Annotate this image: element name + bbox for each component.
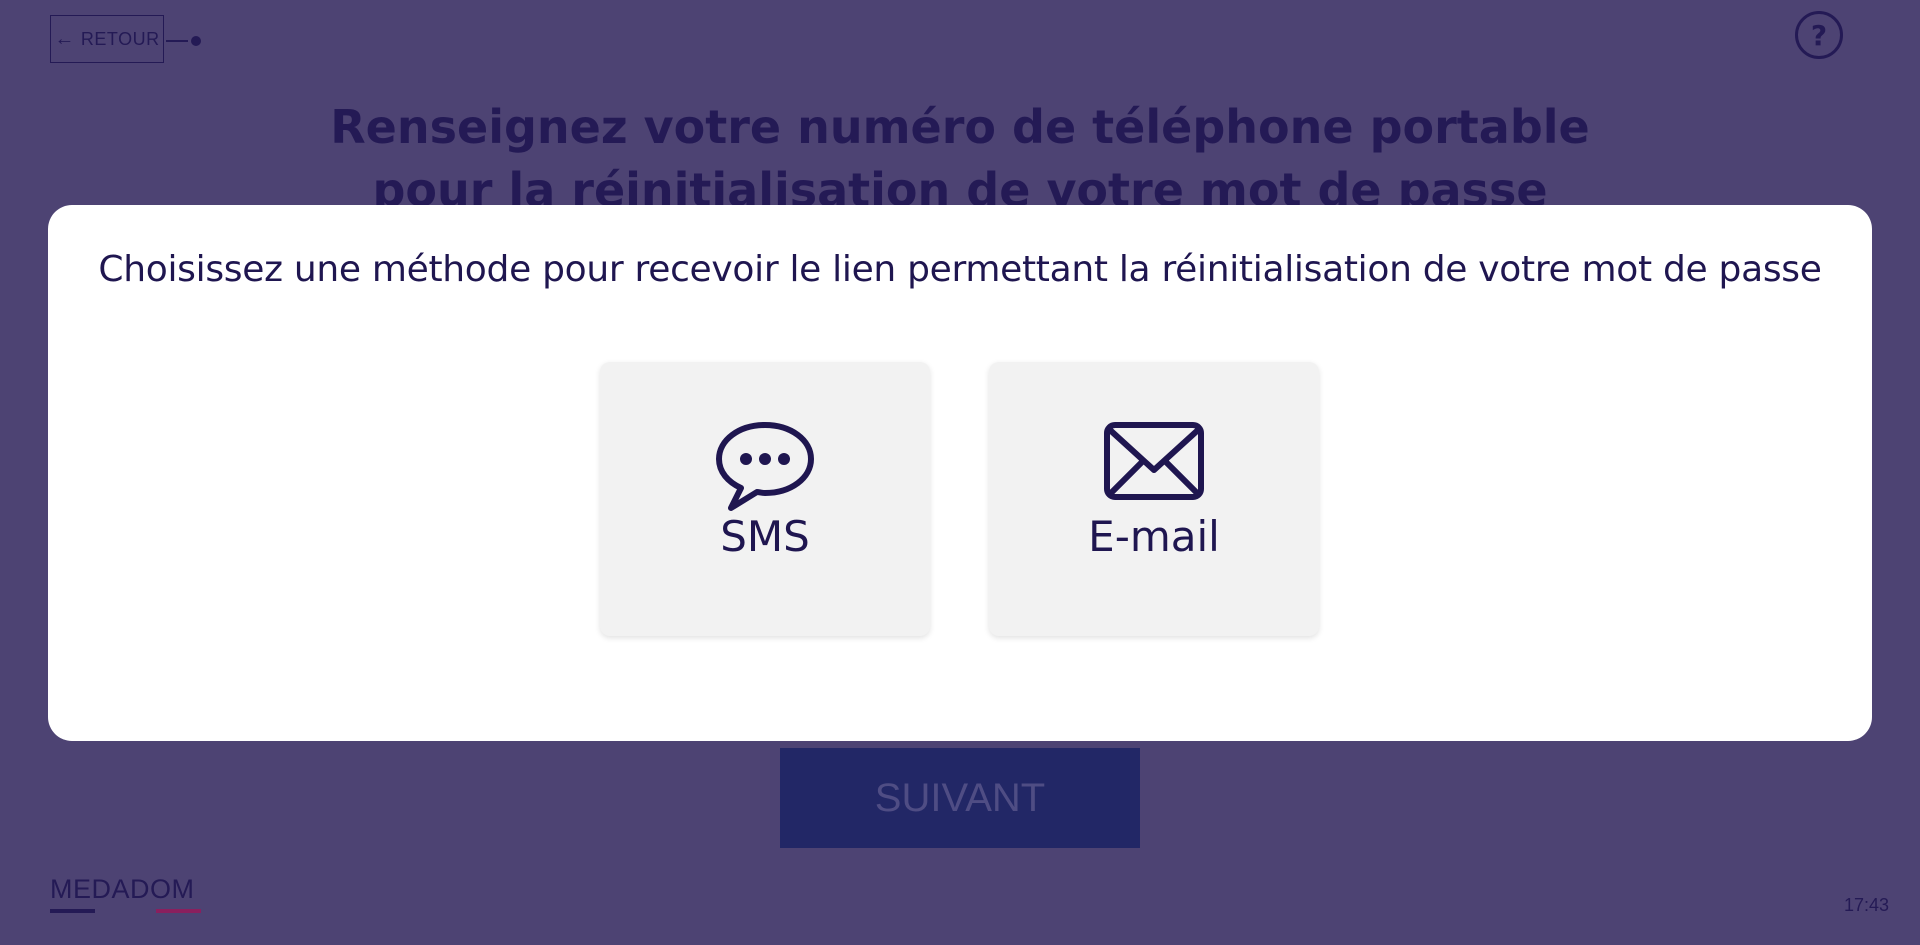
- method-choice-modal: Choisissez une méthode pour recevoir le …: [48, 205, 1872, 741]
- page-title-line-1: Renseignez votre numéro de téléphone por…: [330, 100, 1590, 154]
- progress-dot: [191, 36, 201, 46]
- logo-underline-left: [50, 909, 95, 913]
- speech-bubble-icon: [713, 420, 817, 518]
- email-option-button[interactable]: E-mail: [989, 362, 1319, 636]
- back-button-label: RETOUR: [80, 28, 160, 49]
- medadom-logo: MEDADOM: [50, 874, 195, 904]
- help-button[interactable]: ?: [1795, 11, 1843, 59]
- sms-option-label: SMS: [720, 512, 810, 561]
- arrow-left-icon: ←: [54, 28, 75, 50]
- modal-title: Choisissez une méthode pour recevoir le …: [98, 249, 1822, 290]
- envelope-icon: [1102, 420, 1206, 506]
- help-circle-icon: ?: [1810, 18, 1828, 52]
- progress-line: [166, 40, 188, 42]
- next-button[interactable]: SUIVANT: [780, 748, 1140, 848]
- logo-underline-right: [156, 909, 201, 913]
- email-option-label: E-mail: [1088, 512, 1220, 561]
- page-title: Renseignez votre numéro de téléphone por…: [0, 96, 1920, 222]
- back-button[interactable]: ← RETOUR: [50, 15, 164, 63]
- sms-option-button[interactable]: SMS: [600, 362, 930, 636]
- clock: 17:43: [1843, 895, 1889, 915]
